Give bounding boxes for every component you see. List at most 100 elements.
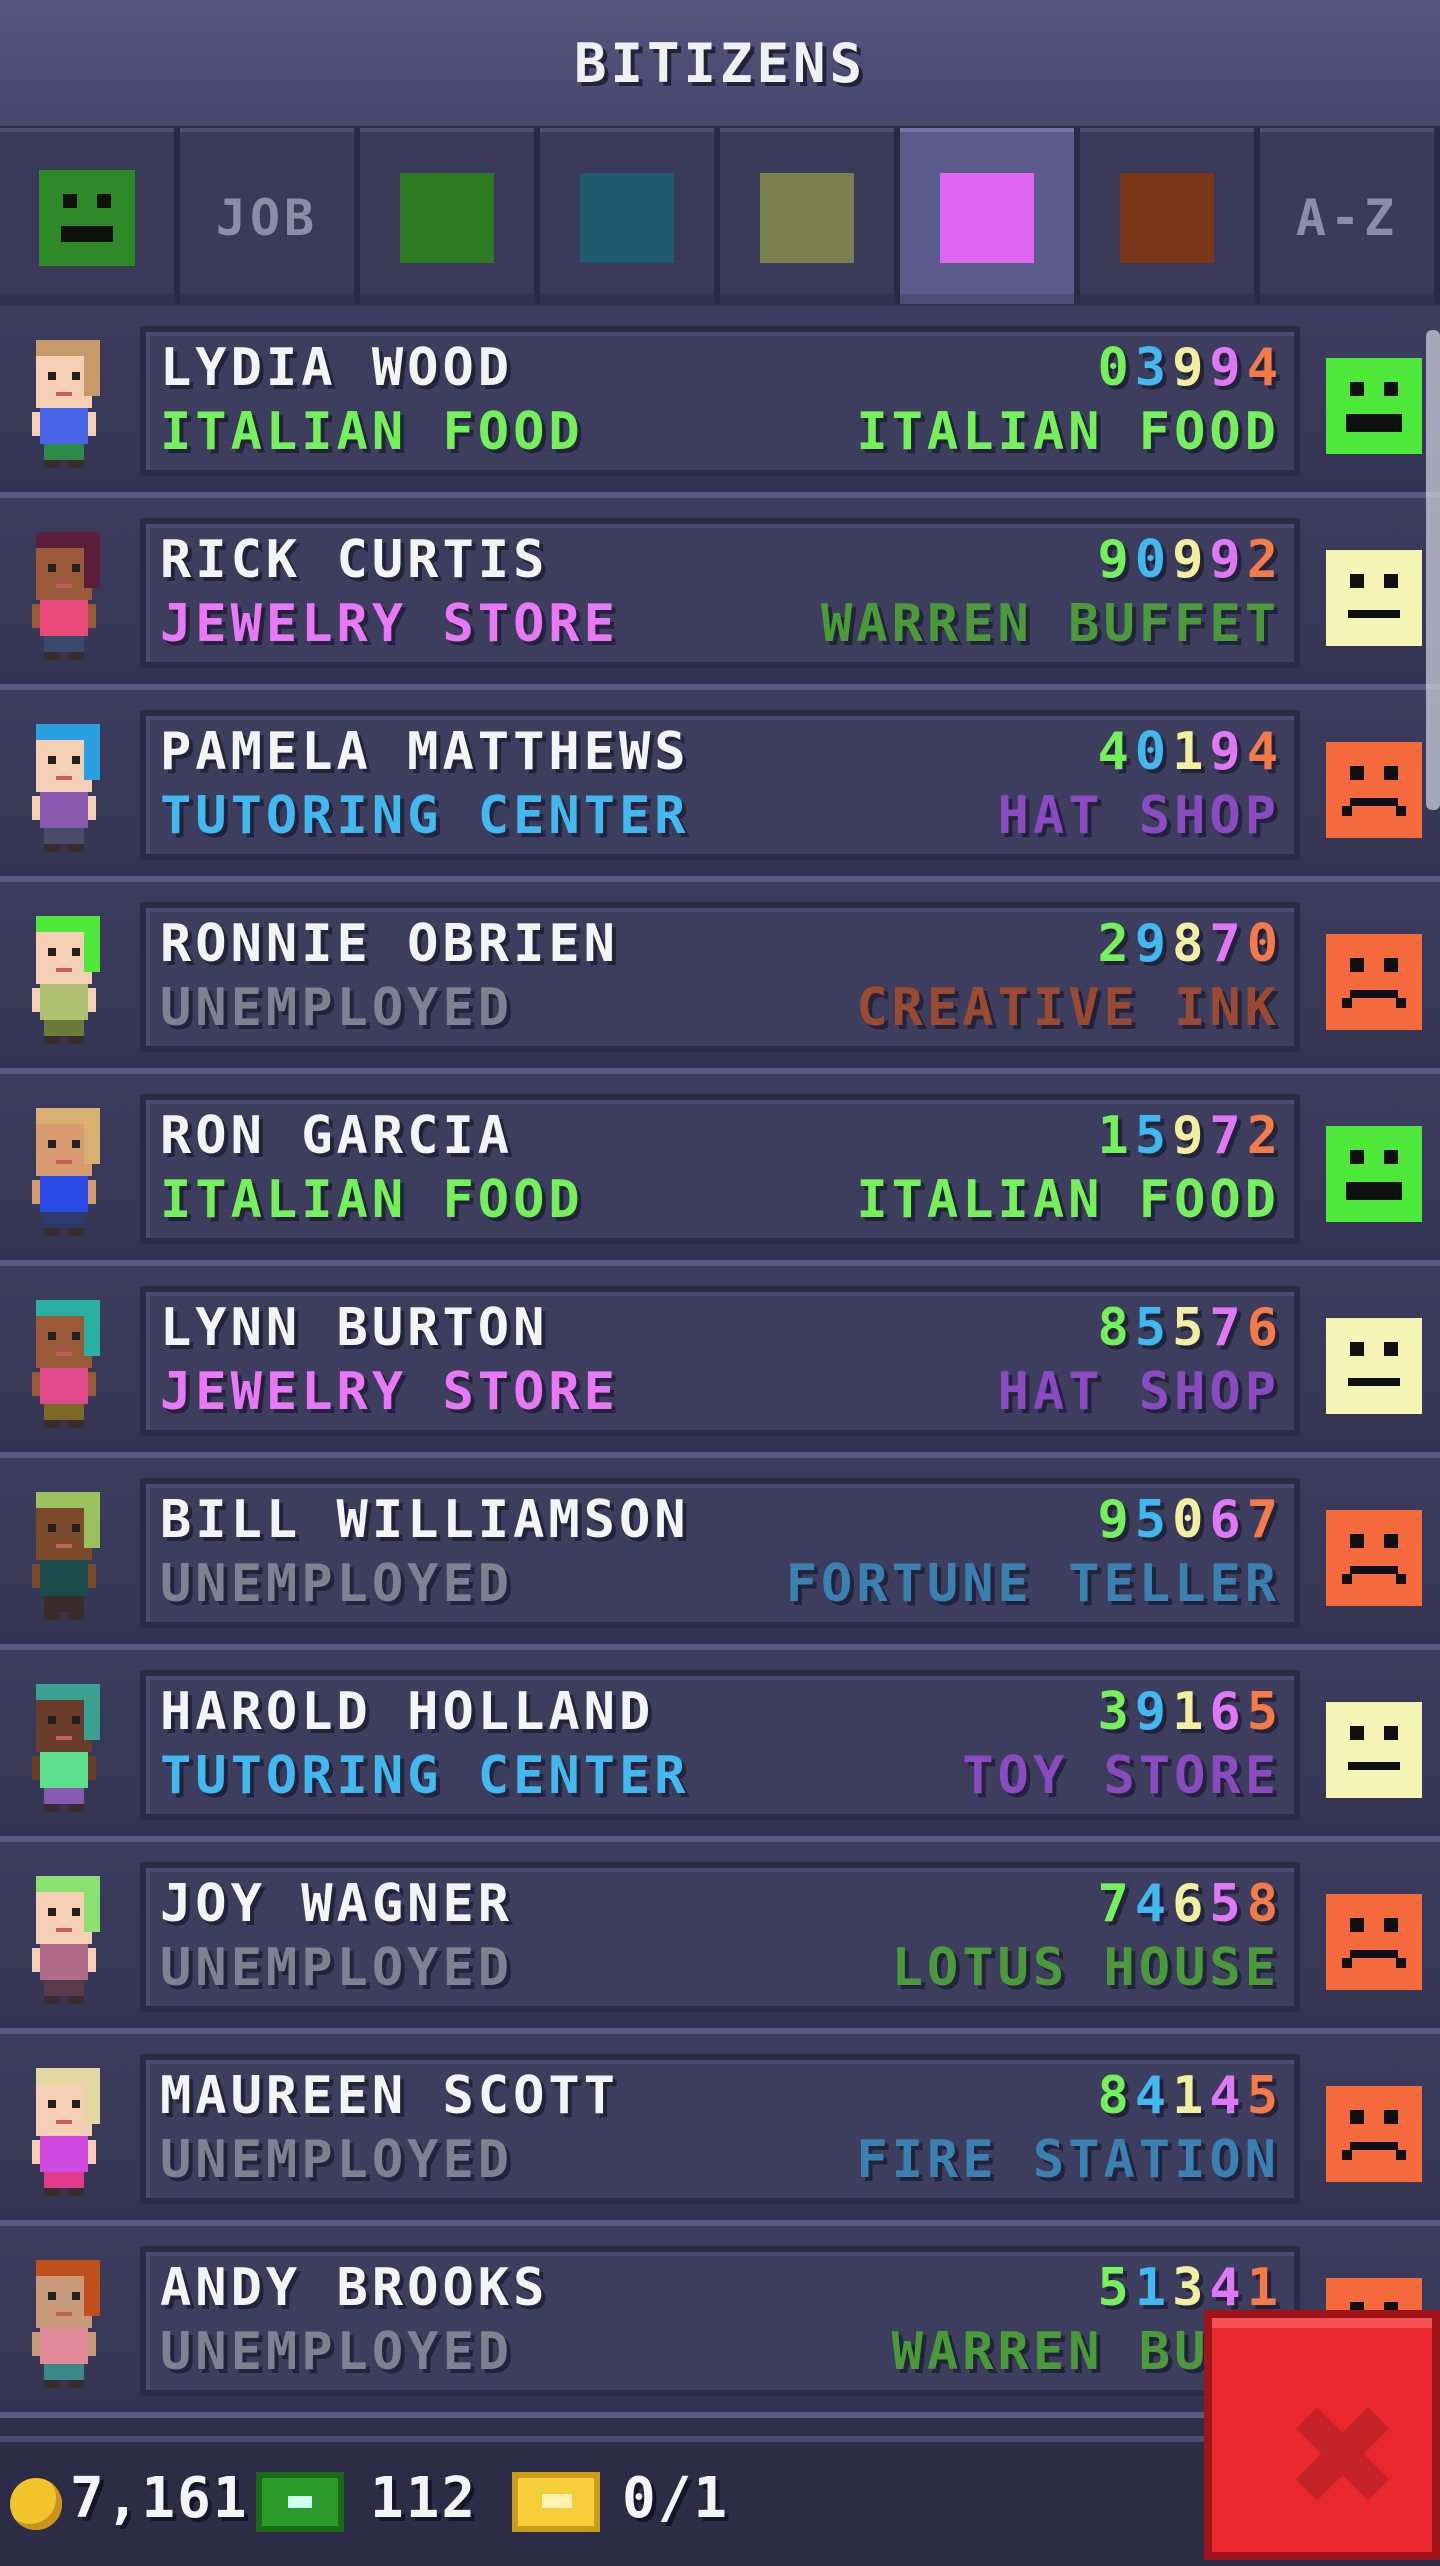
bitizen-panel: RONNIE OBRIEN 29870 UNEMPLOYED CREATIVE INK	[140, 902, 1300, 1052]
happy-face-icon	[1326, 1126, 1422, 1222]
tab-label: JOB	[215, 189, 319, 247]
happy-face-icon	[1326, 358, 1422, 454]
bux-icon	[256, 2472, 344, 2532]
close-button[interactable]: ✖	[1204, 2310, 1440, 2560]
bitizen-row[interactable]: BILL WILLIAMSON 95067 UNEMPLOYED FORTUNE TE…	[0, 1458, 1440, 1650]
dream-job: HAT SHOP	[997, 786, 1280, 846]
dream-job: ITALIAN FOOD	[856, 1170, 1280, 1230]
bitizen-panel: MAUREEN SCOTT 84145 UNEMPLOYED FIRE STATION	[140, 2054, 1300, 2204]
bitizen-panel: LYNN BURTON 85576 JEWELRY STORE HAT SHOP	[140, 1286, 1300, 1436]
current-job: ITALIAN FOOD	[160, 402, 584, 462]
current-job: ITALIAN FOOD	[160, 1170, 584, 1230]
skill-digits: 40194	[1097, 722, 1284, 782]
bitizen-row[interactable]: RON GARCIA 15972 ITALIAN FOOD ITALIAN FOOD	[0, 1074, 1440, 1266]
bitizen-avatar	[16, 912, 124, 1052]
bitizen-name: RONNIE OBRIEN	[160, 914, 619, 974]
bitizen-panel: BILL WILLIAMSON 95067 UNEMPLOYED FORTUNE TE…	[140, 1478, 1300, 1628]
sad-face-icon	[1326, 2086, 1422, 2182]
bitizen-name: LYNN BURTON	[160, 1298, 549, 1358]
current-job: UNEMPLOYED	[160, 2130, 514, 2190]
skill-digits: 74658	[1097, 1874, 1284, 1934]
bitizen-avatar	[16, 1680, 124, 1820]
bitizen-row[interactable]: LYDIA WOOD 03994 ITALIAN FOOD ITALIAN FOOD	[0, 306, 1440, 498]
current-job: TUTORING CENTER	[160, 786, 690, 846]
scrollbar[interactable]	[1426, 330, 1440, 810]
tab-color-4[interactable]	[720, 128, 894, 304]
bitizen-avatar	[16, 336, 124, 476]
bitizen-panel: JOY WAGNER 74658 UNEMPLOYED LOTUS HOUSE	[140, 1862, 1300, 2012]
bitizen-name: PAMELA MATTHEWS	[160, 722, 690, 782]
current-job: JEWELRY STORE	[160, 1362, 619, 1422]
current-job: UNEMPLOYED	[160, 1938, 514, 1998]
tab-color-3[interactable]	[540, 128, 714, 304]
title-bar: BITIZENS	[0, 0, 1440, 130]
coin-count: 7,161	[70, 2466, 249, 2531]
sad-face-icon	[1326, 934, 1422, 1030]
dream-job: ITALIAN FOOD	[856, 402, 1280, 462]
skill-digits: 85576	[1097, 1298, 1284, 1358]
sad-face-icon	[1326, 1510, 1422, 1606]
tab-job[interactable]: JOB	[180, 128, 354, 304]
bitizen-name: MAUREEN SCOTT	[160, 2066, 619, 2126]
skill-digits: 39165	[1097, 1682, 1284, 1742]
bitizen-avatar	[16, 2064, 124, 2204]
tab-color-6[interactable]	[1080, 128, 1254, 304]
bitizen-name: RICK CURTIS	[160, 530, 549, 590]
neutral-face-icon	[1326, 550, 1422, 646]
close-icon: ✖	[1284, 2376, 1402, 2539]
bitizen-name: ANDY BROOKS	[160, 2258, 549, 2318]
current-job: UNEMPLOYED	[160, 978, 514, 1038]
bitizen-avatar	[16, 1296, 124, 1436]
bitizen-name: BILL WILLIAMSON	[160, 1490, 690, 1550]
dream-job: TOY STORE	[962, 1746, 1280, 1806]
current-job: UNEMPLOYED	[160, 2322, 514, 2382]
color-swatch	[1120, 173, 1214, 263]
bitizen-panel: PAMELA MATTHEWS 40194 TUTORING CENTER HAT S…	[140, 710, 1300, 860]
tab-color-2[interactable]	[360, 128, 534, 304]
skill-digits: 29870	[1097, 914, 1284, 974]
happy-face-icon	[39, 170, 135, 266]
skill-digits: 90992	[1097, 530, 1284, 590]
sad-face-icon	[1326, 742, 1422, 838]
bitizen-row[interactable]: RONNIE OBRIEN 29870 UNEMPLOYED CREATIVE INK	[0, 882, 1440, 1074]
current-job: TUTORING CENTER	[160, 1746, 690, 1806]
skill-digits: 15972	[1097, 1106, 1284, 1166]
sad-face-icon	[1326, 1894, 1422, 1990]
bitizen-row[interactable]: JOY WAGNER 74658 UNEMPLOYED LOTUS HOUSE	[0, 1842, 1440, 2034]
skill-digits: 95067	[1097, 1490, 1284, 1550]
bitizen-row[interactable]: PAMELA MATTHEWS 40194 TUTORING CENTER HAT S…	[0, 690, 1440, 882]
ticket-icon	[512, 2472, 600, 2532]
bitizen-avatar	[16, 2256, 124, 2396]
bitizen-name: JOY WAGNER	[160, 1874, 514, 1934]
bitizen-name: LYDIA WOOD	[160, 338, 514, 398]
dream-job: LOTUS HOUSE	[891, 1938, 1280, 1998]
bitizen-list: LYDIA WOOD 03994 ITALIAN FOOD ITALIAN FOOD R…	[0, 306, 1440, 2418]
dream-job: FIRE STATION	[856, 2130, 1280, 2190]
bitizen-row[interactable]: HAROLD HOLLAND 39165 TUTORING CENTER TOY ST…	[0, 1650, 1440, 1842]
dream-job: CREATIVE INK	[856, 978, 1280, 1038]
skill-digits: 51341	[1097, 2258, 1284, 2318]
tab-label: A-Z	[1295, 189, 1399, 247]
bitizen-row[interactable]: RICK CURTIS 90992 JEWELRY STORE WARREN BUFF…	[0, 498, 1440, 690]
bitizen-panel: ANDY BROOKS 51341 UNEMPLOYED WARREN BUFF	[140, 2246, 1300, 2396]
color-swatch	[940, 173, 1034, 263]
skill-digits: 03994	[1097, 338, 1284, 398]
bitizen-avatar	[16, 1488, 124, 1628]
tab-az[interactable]: A-Z	[1260, 128, 1434, 304]
tab-color-5[interactable]	[900, 128, 1074, 304]
current-job: UNEMPLOYED	[160, 1554, 514, 1614]
color-swatch	[580, 173, 674, 263]
bitizen-avatar	[16, 1104, 124, 1244]
bitizen-panel: RON GARCIA 15972 ITALIAN FOOD ITALIAN FOOD	[140, 1094, 1300, 1244]
neutral-face-icon	[1326, 1702, 1422, 1798]
bitizen-avatar	[16, 720, 124, 860]
bitizen-panel: LYDIA WOOD 03994 ITALIAN FOOD ITALIAN FOOD	[140, 326, 1300, 476]
tab-mood[interactable]	[0, 128, 174, 304]
bitizen-row[interactable]: LYNN BURTON 85576 JEWELRY STORE HAT SHOP	[0, 1266, 1440, 1458]
neutral-face-icon	[1326, 1318, 1422, 1414]
dream-job: HAT SHOP	[997, 1362, 1280, 1422]
ticket-count: 0/1	[622, 2466, 730, 2531]
skill-digits: 84145	[1097, 2066, 1284, 2126]
bitizen-row[interactable]: MAUREEN SCOTT 84145 UNEMPLOYED FIRE STATION	[0, 2034, 1440, 2226]
sort-tabs: JOB A-Z	[0, 128, 1440, 304]
